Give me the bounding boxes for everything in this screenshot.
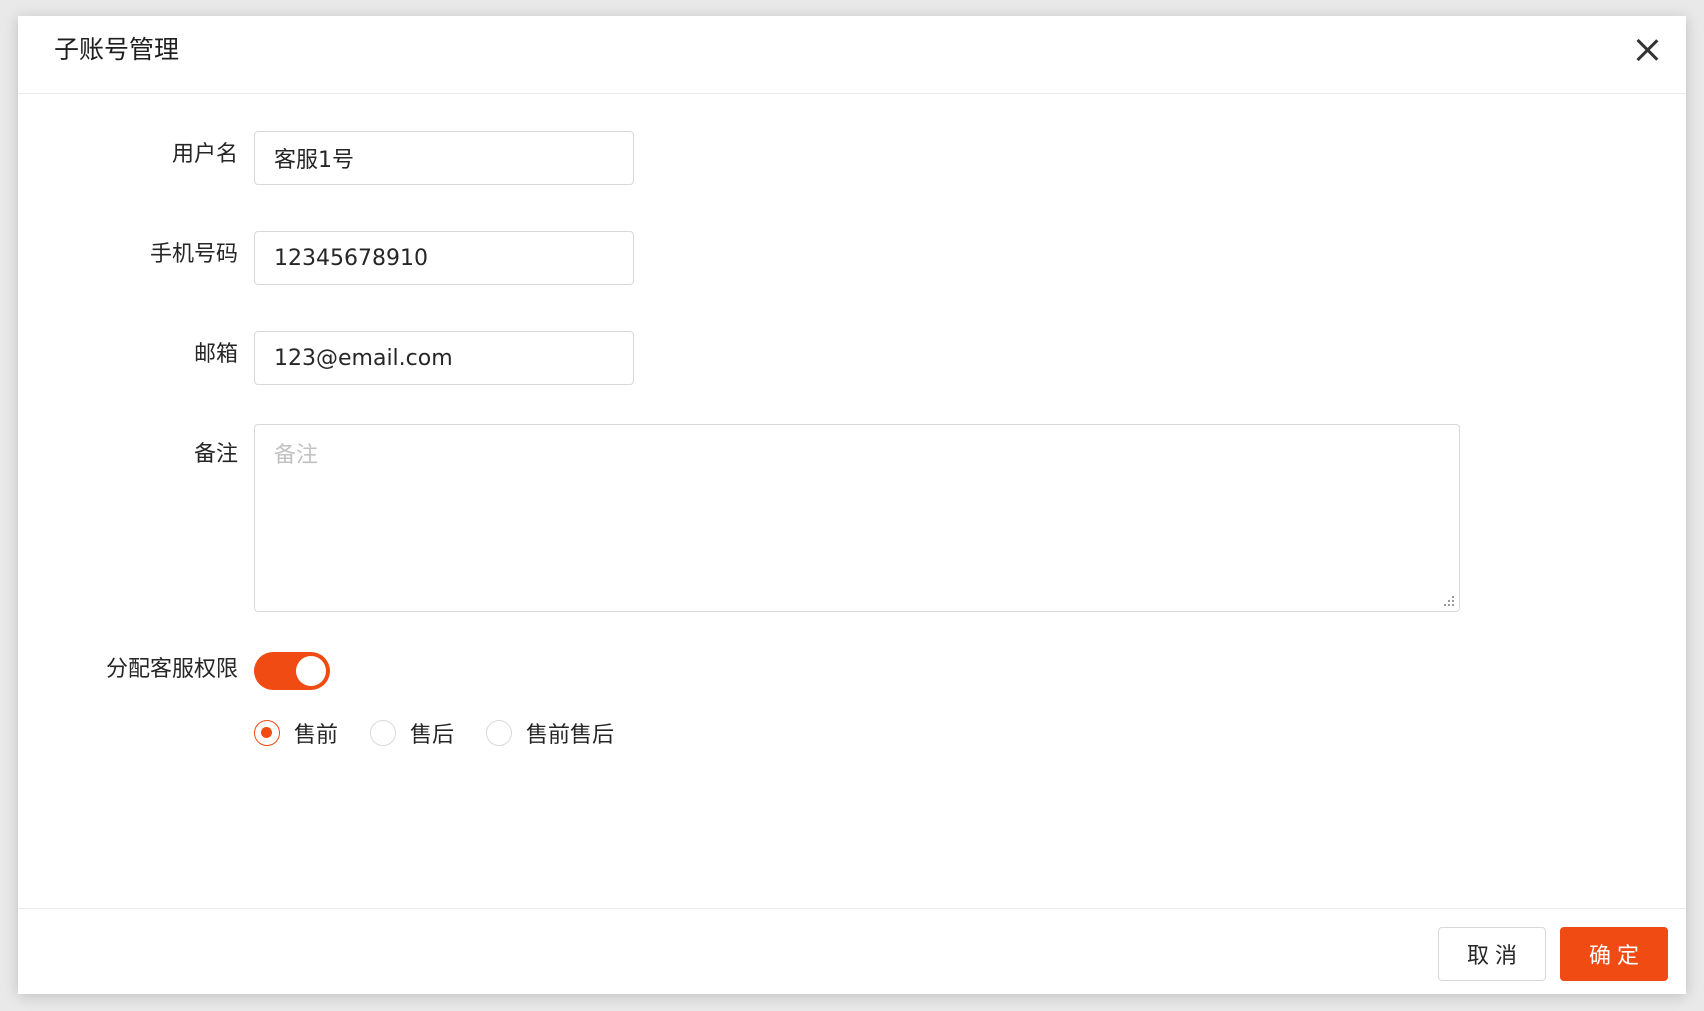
remark-label: 备注 bbox=[193, 442, 238, 467]
resize-handle-icon[interactable] bbox=[1442, 594, 1456, 608]
radio-unchecked-icon bbox=[370, 720, 396, 746]
phone-label: 手机号码 bbox=[149, 242, 238, 267]
remark-textarea[interactable] bbox=[254, 424, 1460, 612]
confirm-button[interactable]: 确定 bbox=[1560, 927, 1668, 981]
dialog-header: 子账号管理 bbox=[18, 16, 1686, 94]
toggle-knob bbox=[296, 656, 326, 686]
email-input[interactable] bbox=[254, 331, 634, 385]
close-icon[interactable] bbox=[1632, 35, 1662, 65]
email-label: 邮箱 bbox=[193, 342, 238, 367]
username-label: 用户名 bbox=[171, 142, 238, 167]
cancel-button[interactable]: 取消 bbox=[1438, 927, 1546, 981]
radio-label: 售后 bbox=[410, 723, 455, 748]
radio-label: 售前售后 bbox=[526, 723, 615, 748]
radio-aftersale[interactable]: 售后 bbox=[370, 716, 454, 750]
permission-toggle[interactable] bbox=[254, 652, 330, 690]
radio-presale[interactable]: 售前 bbox=[254, 716, 338, 750]
sub-account-dialog: 子账号管理 用户名 手机号码 邮箱 备注 分配客服权限 售前 售后 售前售后 取… bbox=[18, 16, 1686, 994]
permission-label: 分配客服权限 bbox=[105, 657, 238, 682]
dialog-footer: 取消 确定 bbox=[18, 908, 1686, 994]
radio-presale-aftersale[interactable]: 售前售后 bbox=[486, 716, 614, 750]
dialog-title: 子账号管理 bbox=[54, 35, 180, 64]
phone-input[interactable] bbox=[254, 231, 634, 285]
radio-checked-icon bbox=[254, 720, 280, 746]
username-input[interactable] bbox=[254, 131, 634, 185]
radio-label: 售前 bbox=[294, 723, 339, 748]
radio-unchecked-icon bbox=[486, 720, 512, 746]
